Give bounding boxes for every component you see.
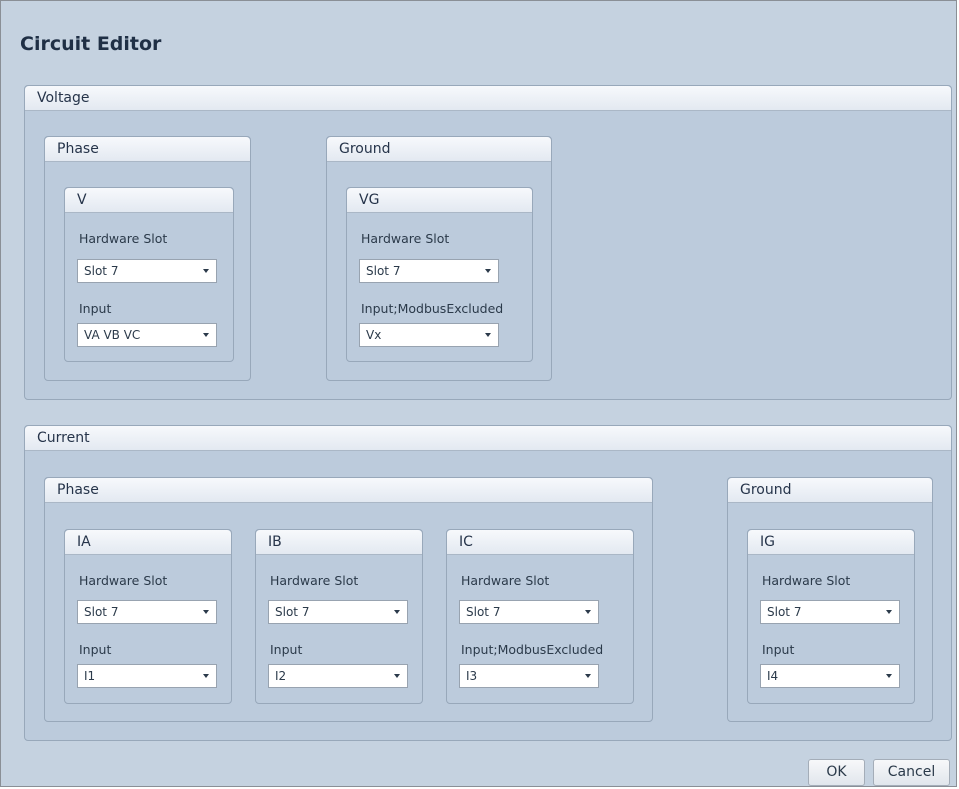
ib-hardware-slot-label: Hardware Slot <box>270 573 359 588</box>
vg-channel-header: VG <box>347 188 532 213</box>
current-ground-header: Ground <box>728 478 932 503</box>
voltage-group: Voltage Phase V Hardware Slot Slot 7 Inp… <box>24 85 952 400</box>
window-title: Circuit Editor <box>20 33 162 55</box>
ig-hardware-slot-select[interactable]: Slot 7 <box>760 600 900 624</box>
chevron-down-icon <box>394 674 400 678</box>
voltage-phase-group: Phase V Hardware Slot Slot 7 Input VA VB… <box>44 136 251 381</box>
chevron-down-icon <box>886 674 892 678</box>
ig-channel-group: IG Hardware Slot Slot 7 Input I4 <box>747 529 915 704</box>
ic-hardware-slot-label: Hardware Slot <box>461 573 550 588</box>
ig-input-label: Input <box>762 642 795 657</box>
chevron-down-icon <box>203 333 209 337</box>
vg-hardware-slot-label: Hardware Slot <box>361 231 450 246</box>
cancel-button[interactable]: Cancel <box>873 759 950 786</box>
ia-channel-group: IA Hardware Slot Slot 7 Input I1 <box>64 529 232 704</box>
chevron-down-icon <box>585 674 591 678</box>
chevron-down-icon <box>886 610 892 614</box>
ic-channel-header: IC <box>447 530 633 555</box>
voltage-ground-header: Ground <box>327 137 551 162</box>
vg-hardware-slot-select[interactable]: Slot 7 <box>359 259 499 283</box>
ia-hardware-slot-select[interactable]: Slot 7 <box>77 600 217 624</box>
chevron-down-icon <box>203 674 209 678</box>
current-ground-group: Ground IG Hardware Slot Slot 7 Input I4 <box>727 477 933 722</box>
ia-input-value: I1 <box>84 669 96 683</box>
ig-input-value: I4 <box>767 669 779 683</box>
v-hardware-slot-select[interactable]: Slot 7 <box>77 259 217 283</box>
vg-input-label: Input;ModbusExcluded <box>361 301 504 316</box>
v-input-select[interactable]: VA VB VC <box>77 323 217 347</box>
ic-input-select[interactable]: I3 <box>459 664 599 688</box>
current-group-header: Current <box>25 426 951 451</box>
ib-hardware-slot-select[interactable]: Slot 7 <box>268 600 408 624</box>
ic-hardware-slot-select[interactable]: Slot 7 <box>459 600 599 624</box>
v-input-value: VA VB VC <box>84 328 141 342</box>
v-hardware-slot-value: Slot 7 <box>84 264 119 278</box>
ig-channel-header: IG <box>748 530 914 555</box>
ic-hardware-slot-value: Slot 7 <box>466 605 501 619</box>
ok-button[interactable]: OK <box>808 759 865 786</box>
ic-input-value: I3 <box>466 669 478 683</box>
ia-input-label: Input <box>79 642 112 657</box>
ia-hardware-slot-value: Slot 7 <box>84 605 119 619</box>
ib-input-label: Input <box>270 642 303 657</box>
chevron-down-icon <box>394 610 400 614</box>
ib-input-select[interactable]: I2 <box>268 664 408 688</box>
vg-input-value: Vx <box>366 328 382 342</box>
voltage-group-header: Voltage <box>25 86 951 111</box>
voltage-phase-header: Phase <box>45 137 250 162</box>
current-phase-group: Phase IA Hardware Slot Slot 7 Input I1 I… <box>44 477 653 722</box>
ia-channel-header: IA <box>65 530 231 555</box>
ig-input-select[interactable]: I4 <box>760 664 900 688</box>
v-hardware-slot-label: Hardware Slot <box>79 231 168 246</box>
chevron-down-icon <box>485 333 491 337</box>
ib-input-value: I2 <box>275 669 287 683</box>
vg-input-select[interactable]: Vx <box>359 323 499 347</box>
chevron-down-icon <box>585 610 591 614</box>
current-phase-header: Phase <box>45 478 652 503</box>
chevron-down-icon <box>203 269 209 273</box>
v-input-label: Input <box>79 301 112 316</box>
ig-hardware-slot-label: Hardware Slot <box>762 573 851 588</box>
v-channel-group: V Hardware Slot Slot 7 Input VA VB VC <box>64 187 234 362</box>
vg-hardware-slot-value: Slot 7 <box>366 264 401 278</box>
ib-channel-group: IB Hardware Slot Slot 7 Input I2 <box>255 529 423 704</box>
circuit-editor-window: Circuit Editor Voltage Phase V Hardware … <box>0 0 957 787</box>
ic-channel-group: IC Hardware Slot Slot 7 Input;ModbusExcl… <box>446 529 634 704</box>
v-channel-header: V <box>65 188 233 213</box>
ib-hardware-slot-value: Slot 7 <box>275 605 310 619</box>
current-group: Current Phase IA Hardware Slot Slot 7 In… <box>24 425 952 741</box>
ic-input-label: Input;ModbusExcluded <box>461 642 604 657</box>
ig-hardware-slot-value: Slot 7 <box>767 605 802 619</box>
ia-hardware-slot-label: Hardware Slot <box>79 573 168 588</box>
chevron-down-icon <box>485 269 491 273</box>
chevron-down-icon <box>203 610 209 614</box>
ia-input-select[interactable]: I1 <box>77 664 217 688</box>
ib-channel-header: IB <box>256 530 422 555</box>
voltage-ground-group: Ground VG Hardware Slot Slot 7 Input;Mod… <box>326 136 552 381</box>
vg-channel-group: VG Hardware Slot Slot 7 Input;ModbusExcl… <box>346 187 533 362</box>
